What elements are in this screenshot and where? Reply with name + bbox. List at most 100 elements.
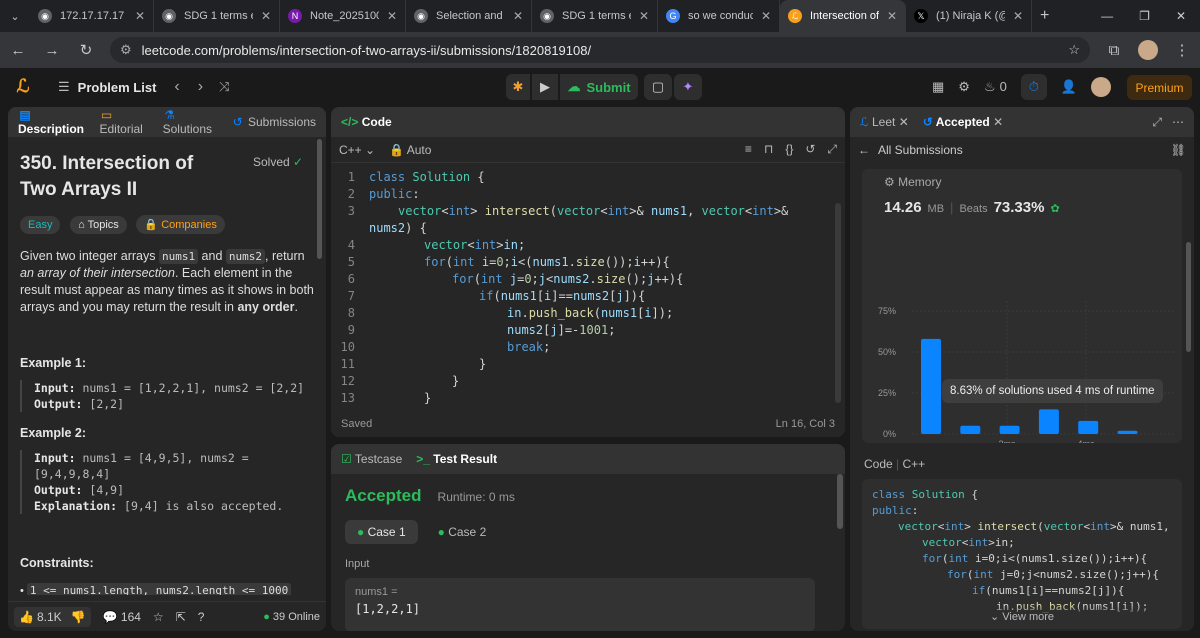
bookmark-star-icon[interactable]: ☆ xyxy=(1068,42,1080,58)
close-tab-icon[interactable]: ✕ xyxy=(887,9,897,23)
more-icon[interactable]: ⋯ xyxy=(1172,115,1184,130)
expand-icon[interactable]: ⤢ xyxy=(1152,115,1162,130)
close-tab-icon[interactable]: ✕ xyxy=(135,9,145,23)
close-tab-icon[interactable]: ✕ xyxy=(513,9,523,23)
thumbs-down-icon[interactable]: 👎 xyxy=(71,610,86,624)
ex1-output-label: Output: xyxy=(34,397,83,411)
streak-counter[interactable]: ♨ 0 xyxy=(984,79,1007,95)
topics-tag[interactable]: ⌂ Topics xyxy=(70,216,127,234)
comment-icon: 💬 xyxy=(102,609,118,624)
test-result-panel: ☑ Testcase >_ Test Result Accepted Runti… xyxy=(331,444,845,631)
ex2-input-label: Input: xyxy=(34,451,76,465)
companies-tag[interactable]: 🔒 Companies xyxy=(136,215,225,234)
close-tab-icon[interactable]: ✕ xyxy=(993,115,1003,129)
result-scrollbar[interactable] xyxy=(837,474,843,529)
browser-tab[interactable]: ◉ SDG 1 terms exp ✕ xyxy=(532,0,658,32)
ai-button[interactable]: ✦ xyxy=(674,74,702,100)
case-2-tab[interactable]: ● Case 2 xyxy=(428,520,497,544)
prev-problem-icon[interactable]: ‹ xyxy=(174,78,179,96)
browser-tab[interactable]: ◉ SDG 1 terms exp ✕ xyxy=(154,0,280,32)
share-icon[interactable]: ⇱ xyxy=(176,610,186,624)
restore-icon[interactable]: ❐ xyxy=(1139,9,1150,23)
link-icon[interactable]: ⛓ xyxy=(1171,143,1186,157)
browser-tab[interactable]: 𝕏 (1) Niraja K (@k_ ✕ xyxy=(906,0,1032,32)
line-number xyxy=(331,220,369,237)
shuffle-icon[interactable]: ⤨ xyxy=(219,79,229,95)
memory-distribution-chart: 75%50%25%0%2ms4ms2ms4ms xyxy=(878,301,1174,443)
example-1-title: Example 1: xyxy=(20,356,87,370)
comments-button[interactable]: 💬 164 xyxy=(103,610,141,624)
close-tab-icon[interactable]: ✕ xyxy=(1013,9,1023,23)
run-button[interactable]: ▶ xyxy=(532,74,558,100)
tab-search-button[interactable]: ⌄ xyxy=(0,0,30,32)
settings-gear-icon[interactable]: ⚙ xyxy=(958,79,970,95)
all-submissions-link[interactable]: ← All Submissions ⛓ xyxy=(850,137,1194,163)
tab-description[interactable]: ▤ Description xyxy=(18,108,85,136)
add-user-icon[interactable]: 👤 xyxy=(1061,79,1077,95)
browser-tab[interactable]: N Note_20251006_ ✕ xyxy=(280,0,406,32)
notes-button[interactable]: ▢ xyxy=(644,74,672,100)
reset-icon[interactable]: ↺ xyxy=(805,142,815,157)
case-1-tab[interactable]: ● Case 1 xyxy=(345,520,418,544)
submission-scrollbar[interactable] xyxy=(1186,242,1191,352)
problem-list-link[interactable]: Problem List xyxy=(78,80,157,95)
forward-icon[interactable]: → xyxy=(42,42,62,59)
code-line: class Solution { xyxy=(872,488,978,501)
view-more-button[interactable]: ⌄ View more xyxy=(862,605,1182,629)
difficulty-badge[interactable]: Easy xyxy=(20,216,61,234)
tab-testcase[interactable]: ☑ Testcase xyxy=(341,452,402,466)
braces-icon[interactable]: {} xyxy=(785,142,793,157)
language-select[interactable]: C++ ⌄ xyxy=(339,143,375,157)
close-tab-icon[interactable]: ✕ xyxy=(261,9,271,23)
site-info-icon[interactable]: ⚙ xyxy=(120,42,132,58)
extensions-icon[interactable]: ⧉ xyxy=(1104,42,1124,59)
browser-tab[interactable]: ℒ Intersection of Tw ✕ xyxy=(780,0,906,32)
leetcode-logo-icon[interactable]: ℒ xyxy=(12,76,34,98)
editor-status-bar: Saved Ln 16, Col 3 xyxy=(331,411,845,437)
url-input[interactable]: ⚙ leetcode.com/problems/intersection-of-… xyxy=(110,37,1090,63)
auto-mode[interactable]: 🔒 Auto xyxy=(389,143,431,157)
back-icon[interactable]: ← xyxy=(8,42,28,59)
tab-accepted[interactable]: ↺ Accepted ✕ xyxy=(923,115,1003,129)
tab-leet[interactable]: ℒ Leet ✕ xyxy=(860,115,909,129)
tab-submissions[interactable]: ↺ Submissions xyxy=(231,115,316,129)
close-tab-icon[interactable]: ✕ xyxy=(639,9,649,23)
format-icon[interactable]: ≡ xyxy=(745,142,752,157)
submit-button[interactable]: ☁ Submit xyxy=(560,74,638,100)
code-area[interactable]: 1 class Solution { 2 public: 3 vector<int> … xyxy=(331,163,845,408)
close-tab-icon[interactable]: ✕ xyxy=(387,9,397,23)
browser-tab[interactable]: ◉ Selection and Bu ✕ xyxy=(406,0,532,32)
premium-button[interactable]: Premium xyxy=(1127,75,1192,100)
tab-test-result[interactable]: >_ Test Result xyxy=(416,452,497,466)
browser-tab[interactable]: Gso we conducted ✕ xyxy=(658,0,780,32)
next-problem-icon[interactable]: › xyxy=(198,78,203,96)
code-tab[interactable]: </> Code xyxy=(341,115,392,129)
x-tick-label: 4ms xyxy=(1077,439,1095,443)
reload-icon[interactable]: ↻ xyxy=(76,41,96,59)
close-tab-icon[interactable]: ✕ xyxy=(761,9,771,23)
minimize-icon[interactable]: — xyxy=(1101,9,1113,23)
fullscreen-icon[interactable]: ⤢ xyxy=(827,142,837,157)
menu-icon[interactable]: ⋮ xyxy=(1172,41,1192,59)
browser-tab[interactable]: ◉ 172.17.17.17 ✕ xyxy=(30,0,154,32)
bookmark-icon[interactable]: ⊓ xyxy=(764,142,773,157)
layout-icon[interactable]: ▦ xyxy=(932,79,944,95)
editor-scrollbar[interactable] xyxy=(835,203,841,403)
tab-testcase-label: Testcase xyxy=(354,452,403,466)
favorite-star-icon[interactable]: ☆ xyxy=(153,610,164,624)
user-avatar[interactable] xyxy=(1091,77,1112,97)
profile-avatar[interactable] xyxy=(1138,40,1158,60)
timer-button[interactable]: ⏱ xyxy=(1020,74,1047,100)
close-tab-icon[interactable]: ✕ xyxy=(899,115,909,129)
code-line: } xyxy=(479,357,487,371)
like-button[interactable]: 👍 8.1K 👎 xyxy=(14,606,91,627)
code-line: nums2[j]=-1001; xyxy=(507,323,616,337)
help-icon[interactable]: ? xyxy=(198,610,205,624)
debug-button[interactable]: ✱ xyxy=(506,74,530,100)
tab-editorial[interactable]: ▭ Editorial xyxy=(99,108,148,136)
description-scrollbar[interactable] xyxy=(317,139,322,259)
tab-solutions[interactable]: ⚗ Solutions xyxy=(163,108,217,136)
new-tab-button[interactable]: + xyxy=(1032,0,1057,32)
ex2-input-value-cont: [9,4,9,8,4] xyxy=(34,467,111,481)
close-window-icon[interactable]: ✕ xyxy=(1176,9,1186,23)
